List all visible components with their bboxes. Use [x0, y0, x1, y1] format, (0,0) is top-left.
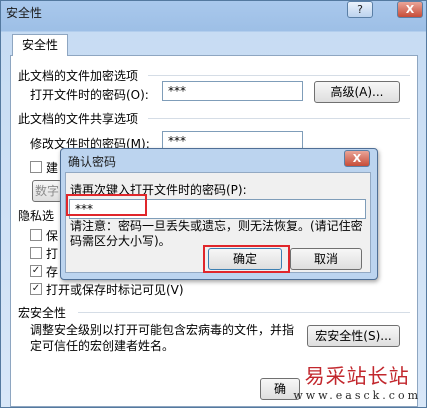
privacy-option-label: 打: [46, 247, 59, 261]
open-password-label: 打开文件时的密码(O):: [30, 88, 149, 102]
dialog-close-button[interactable]: X: [344, 150, 370, 167]
macro-description: 调整安全级别以打开可能包含宏病毒的文件，并指定可信任的宏创建者姓名。: [30, 323, 295, 353]
macro-heading: 宏安全性: [18, 306, 67, 320]
privacy-heading: 隐私选: [18, 209, 55, 223]
highlight-box: [66, 194, 147, 216]
dialog-title: 确认密码: [68, 155, 117, 169]
mark-visible-label: 打开或保存时标记可见(V): [46, 283, 184, 297]
watermark: 易采站长站 www.easck.com: [293, 360, 421, 402]
share-heading: 此文档的文件共享选项: [18, 112, 139, 126]
readonly-checkbox[interactable]: [30, 161, 42, 173]
digital-signature-button[interactable]: 数字: [32, 180, 62, 202]
dialog-cancel-button[interactable]: 取消: [290, 248, 362, 270]
watermark-url: www.easck.com: [293, 389, 421, 402]
dialog-ok-button[interactable]: 确定: [208, 248, 282, 270]
window-close-button[interactable]: X: [397, 1, 423, 18]
privacy-option-label: 存: [46, 265, 59, 279]
privacy-checkbox[interactable]: [30, 247, 42, 259]
privacy-checkbox[interactable]: [30, 229, 42, 241]
privacy-checkbox-checked[interactable]: ✓: [30, 265, 42, 277]
divider: [78, 312, 410, 313]
encrypt-heading: 此文档的文件加密选项: [18, 69, 139, 83]
mark-visible-checkbox[interactable]: ✓: [30, 283, 42, 295]
tab-security[interactable]: 安全性: [12, 34, 68, 56]
readonly-label: 建: [46, 161, 59, 175]
divider: [148, 118, 410, 119]
window-title: 安全性: [6, 6, 43, 20]
watermark-text: 易采站长站: [304, 364, 410, 388]
advanced-button[interactable]: 高级(A)...: [314, 81, 400, 103]
macro-security-button[interactable]: 宏安全性(S)...: [307, 325, 400, 347]
help-button[interactable]: ?: [347, 1, 373, 18]
divider: [148, 75, 410, 76]
privacy-option-label: 保: [46, 229, 59, 243]
open-password-input[interactable]: ***: [162, 81, 303, 101]
